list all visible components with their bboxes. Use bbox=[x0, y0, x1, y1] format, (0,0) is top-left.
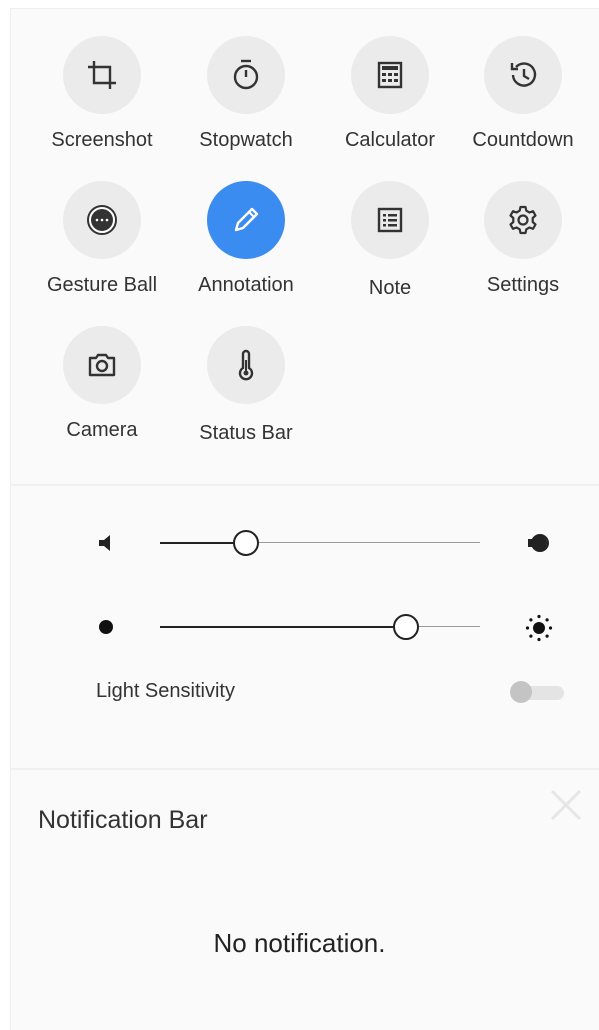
light-sensitivity-label: Light Sensitivity bbox=[96, 680, 235, 702]
tile-label: Stopwatch bbox=[199, 129, 293, 151]
control-panel bbox=[10, 8, 599, 1030]
volume-track bbox=[246, 542, 480, 543]
brightness-track-fill bbox=[160, 626, 406, 628]
volume-slider-row bbox=[96, 528, 562, 558]
brightness-slider-thumb[interactable] bbox=[393, 614, 419, 640]
tile-settings[interactable]: Settings bbox=[458, 181, 588, 297]
brightness-slider[interactable] bbox=[160, 612, 480, 642]
tile-status-bar[interactable]: Status Bar bbox=[181, 326, 311, 445]
toggle-knob[interactable] bbox=[510, 681, 532, 703]
camera-icon bbox=[88, 353, 116, 377]
divider bbox=[10, 484, 599, 486]
thermometer-icon bbox=[238, 349, 254, 381]
divider bbox=[10, 768, 599, 770]
close-icon[interactable] bbox=[547, 786, 585, 824]
pencil-icon bbox=[234, 207, 259, 232]
stopwatch-icon bbox=[233, 59, 259, 90]
tile-label: Camera bbox=[66, 419, 138, 441]
brightness-high-icon[interactable] bbox=[524, 613, 554, 643]
tile-label: Gesture Ball bbox=[46, 274, 158, 296]
tile-label: Calculator bbox=[344, 129, 436, 151]
brightness-low-icon bbox=[99, 620, 113, 634]
empty-notification-message: No notification. bbox=[213, 928, 386, 958]
volume-slider[interactable] bbox=[160, 528, 480, 558]
volume-slider-thumb[interactable] bbox=[233, 530, 259, 556]
tile-label: Screenshot bbox=[51, 129, 153, 151]
screenshot-button[interactable] bbox=[63, 36, 141, 114]
note-icon bbox=[377, 207, 403, 233]
tile-note[interactable]: Note bbox=[325, 181, 455, 300]
tile-label: Settings bbox=[486, 274, 560, 296]
gear-icon bbox=[509, 205, 537, 235]
calculator-button[interactable] bbox=[351, 36, 429, 114]
tile-label: Countdown bbox=[472, 129, 574, 151]
status-bar-button[interactable] bbox=[207, 326, 285, 404]
volume-low-icon bbox=[99, 535, 110, 551]
tile-label: Annotation bbox=[198, 274, 294, 296]
countdown-button[interactable] bbox=[484, 36, 562, 114]
tile-screenshot[interactable]: Screenshot bbox=[37, 36, 167, 152]
tile-stopwatch[interactable]: Stopwatch bbox=[181, 36, 311, 152]
gesture-ball-icon bbox=[87, 205, 117, 235]
annotation-button[interactable] bbox=[207, 181, 285, 259]
crop-icon bbox=[88, 61, 116, 89]
tile-camera[interactable]: Camera bbox=[37, 326, 167, 442]
light-sensitivity-toggle[interactable] bbox=[510, 681, 566, 703]
calculator-icon bbox=[377, 61, 403, 89]
brightness-slider-row bbox=[96, 612, 562, 642]
stopwatch-button[interactable] bbox=[207, 36, 285, 114]
note-button[interactable] bbox=[351, 181, 429, 259]
camera-button[interactable] bbox=[63, 326, 141, 404]
tile-countdown[interactable]: Countdown bbox=[458, 36, 588, 152]
tile-calculator[interactable]: Calculator bbox=[325, 36, 455, 152]
countdown-icon bbox=[510, 62, 537, 87]
tile-gesture-ball[interactable]: Gesture Ball bbox=[37, 181, 167, 297]
notification-bar-title: Notification Bar bbox=[38, 806, 208, 834]
tile-label: Note bbox=[368, 277, 412, 299]
volume-high-icon[interactable] bbox=[526, 530, 552, 556]
tile-annotation[interactable]: Annotation bbox=[181, 181, 311, 297]
tile-label: Status Bar bbox=[199, 422, 293, 444]
settings-button[interactable] bbox=[484, 181, 562, 259]
gesture-ball-button[interactable] bbox=[63, 181, 141, 259]
